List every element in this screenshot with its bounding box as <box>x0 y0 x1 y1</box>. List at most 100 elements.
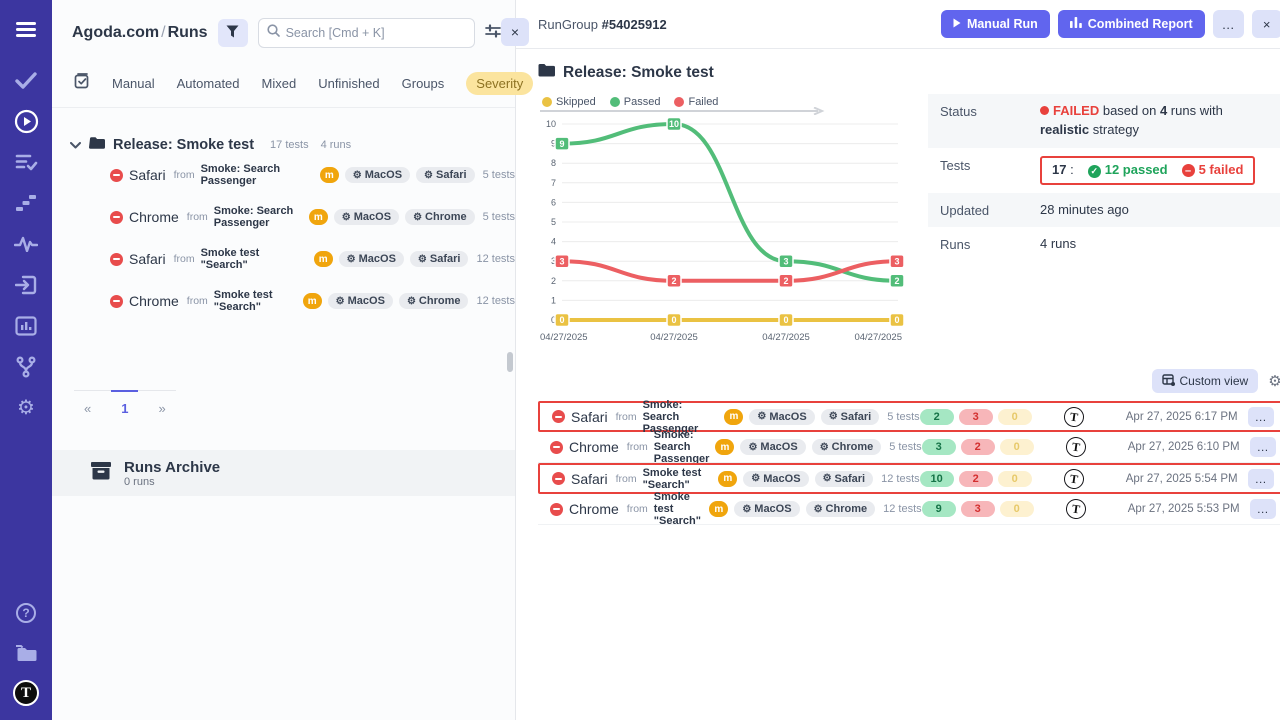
list-check-icon[interactable] <box>13 149 39 175</box>
platform-pill: ⚙MacOS <box>749 409 814 425</box>
run-browser-name[interactable]: Chrome <box>569 501 619 517</box>
run-more-button[interactable]: … <box>1250 499 1276 519</box>
run-result-counts: 230 <box>920 409 1038 425</box>
panel-close-button[interactable]: × <box>501 18 529 46</box>
legend-dot-icon <box>674 97 684 107</box>
runs-tree: Release: Smoke test 17 tests 4 runs Safa… <box>52 108 515 322</box>
run-from-label: from <box>187 295 208 307</box>
pulse-icon[interactable] <box>13 231 39 257</box>
gear-icon: ⚙ <box>829 411 838 422</box>
pagination-page-1[interactable]: 1 <box>111 401 138 416</box>
run-browser-name[interactable]: Safari <box>571 409 608 425</box>
tab-mixed[interactable]: Mixed <box>262 76 297 91</box>
pagination-next-button[interactable]: » <box>148 401 175 416</box>
rungroup-run-row[interactable]: SafarifromSmoke: Search Passengerm⚙MacOS… <box>538 401 1280 432</box>
search-input[interactable] <box>286 26 466 40</box>
breadcrumb-project[interactable]: Agoda.com <box>72 24 159 41</box>
left-panel-scrollbar[interactable] <box>507 352 513 372</box>
import-icon[interactable] <box>13 272 39 298</box>
manual-run-button[interactable]: Manual Run <box>941 10 1050 38</box>
play-circle-icon[interactable] <box>13 108 39 134</box>
steps-icon[interactable] <box>13 190 39 216</box>
gear-icon: ⚙ <box>748 442 757 453</box>
close-detail-button[interactable]: × <box>1252 10 1280 38</box>
tab-severity[interactable]: Severity <box>466 72 533 95</box>
runs-archive[interactable]: Runs Archive 0 runs <box>52 450 515 496</box>
run-tests-count: 5 tests <box>483 169 515 181</box>
legend-dot-icon <box>542 97 552 107</box>
gear-icon: ⚙ <box>424 170 433 181</box>
tree-group-meta: 17 tests 4 runs <box>270 139 351 151</box>
list-settings-icon[interactable]: ⚙ <box>1268 372 1280 390</box>
legend-passed[interactable]: Passed <box>610 96 661 108</box>
gear-icon: ⚙ <box>342 212 351 223</box>
run-more-button[interactable]: … <box>1248 407 1274 427</box>
select-all-icon[interactable] <box>74 73 90 94</box>
browser-pill: ⚙Chrome <box>806 501 876 517</box>
testomat-logo-icon[interactable]: T <box>13 680 39 706</box>
run-browser-name[interactable]: Safari <box>571 471 608 487</box>
tree-run-item[interactable]: ChromefromSmoke: Search Passengerm⚙MacOS… <box>70 196 515 238</box>
pagination-prev-button[interactable]: « <box>74 401 101 416</box>
check-icon[interactable] <box>13 67 39 93</box>
rungroup-details: Status FAILED based on 4 runs with reali… <box>928 94 1280 262</box>
more-actions-button[interactable]: … <box>1213 10 1244 38</box>
report-chart-icon[interactable] <box>13 313 39 339</box>
detail-row-tests: Tests 17 : ✓12 passed –5 failed <box>928 148 1280 193</box>
line-chart: 01234567891004/27/202504/27/202504/27/20… <box>538 110 908 348</box>
run-browser-name[interactable]: Safari <box>129 167 166 183</box>
tests-summary-highlight: 17 : ✓12 passed –5 failed <box>1040 156 1255 185</box>
combined-report-button[interactable]: Combined Report <box>1058 10 1205 38</box>
tests-failed: –5 failed <box>1182 161 1244 180</box>
run-browser-name[interactable]: Chrome <box>129 209 179 225</box>
svg-text:8: 8 <box>551 158 556 168</box>
svg-text:0: 0 <box>559 315 564 325</box>
failed-dot-icon <box>1040 106 1049 115</box>
run-from-label: from <box>174 253 195 265</box>
tree-run-item[interactable]: ChromefromSmoke test "Search"m⚙MacOS⚙Chr… <box>70 280 515 322</box>
gear-icon: ⚙ <box>413 212 422 223</box>
branch-icon[interactable] <box>13 354 39 380</box>
rungroup-run-row[interactable]: SafarifromSmoke test "Search"m⚙MacOS⚙Saf… <box>538 463 1280 494</box>
reporter-logo-cell: T <box>1040 437 1112 457</box>
rungroup-run-row[interactable]: ChromefromSmoke: Search Passengerm⚙MacOS… <box>538 432 1280 463</box>
run-result-counts: 1020 <box>920 471 1038 487</box>
help-icon[interactable]: ? <box>13 600 39 626</box>
browser-pill: ⚙Chrome <box>405 209 475 225</box>
tree-group-header[interactable]: Release: Smoke test 17 tests 4 runs <box>70 136 515 154</box>
menu-icon[interactable] <box>13 16 39 42</box>
manual-badge: m <box>715 439 734 455</box>
run-browser-name[interactable]: Chrome <box>569 439 619 455</box>
passed-count-pill: 9 <box>922 501 956 517</box>
reporter-logo-cell: T <box>1038 407 1110 427</box>
rungroup-id: RunGroup #54025912 <box>538 17 667 32</box>
run-more-button[interactable]: … <box>1250 437 1276 457</box>
settings-gear-icon[interactable]: ⚙ <box>13 395 39 421</box>
run-source-name: Smoke test "Search" <box>201 247 308 271</box>
browser-pill: ⚙Chrome <box>399 293 469 309</box>
run-more-button[interactable]: … <box>1248 469 1274 489</box>
rungroup-header: RunGroup #54025912 Manual Run Combined R… <box>516 0 1280 49</box>
run-browser-name[interactable]: Chrome <box>129 293 179 309</box>
search-box[interactable] <box>258 18 475 48</box>
legend-skipped[interactable]: Skipped <box>542 96 596 108</box>
run-browser-name[interactable]: Safari <box>129 251 166 267</box>
tests-passed: ✓12 passed <box>1088 161 1168 180</box>
run-source-name: Smoke: Search Passenger <box>654 429 710 465</box>
legend-failed[interactable]: Failed <box>674 96 718 108</box>
display-settings-icon[interactable] <box>485 24 501 43</box>
run-info: ChromefromSmoke: Search Passengerm⚙MacOS… <box>550 429 922 465</box>
tree-run-item[interactable]: SafarifromSmoke test "Search"m⚙MacOS⚙Saf… <box>70 238 515 280</box>
folders-icon[interactable] <box>13 640 39 666</box>
tree-run-item[interactable]: SafarifromSmoke: Search Passengerm⚙MacOS… <box>70 154 515 196</box>
tab-automated[interactable]: Automated <box>177 76 240 91</box>
filter-button[interactable] <box>218 19 248 47</box>
tab-unfinished[interactable]: Unfinished <box>318 76 379 91</box>
gear-icon: ⚙ <box>751 473 760 484</box>
custom-view-button[interactable]: Custom view <box>1152 369 1259 393</box>
rungroup-run-row[interactable]: ChromefromSmoke test "Search"m⚙MacOS⚙Chr… <box>538 494 1280 525</box>
svg-text:9: 9 <box>559 139 564 149</box>
bar-chart-icon <box>1070 17 1082 31</box>
tab-manual[interactable]: Manual <box>112 76 155 91</box>
tab-groups[interactable]: Groups <box>402 76 445 91</box>
